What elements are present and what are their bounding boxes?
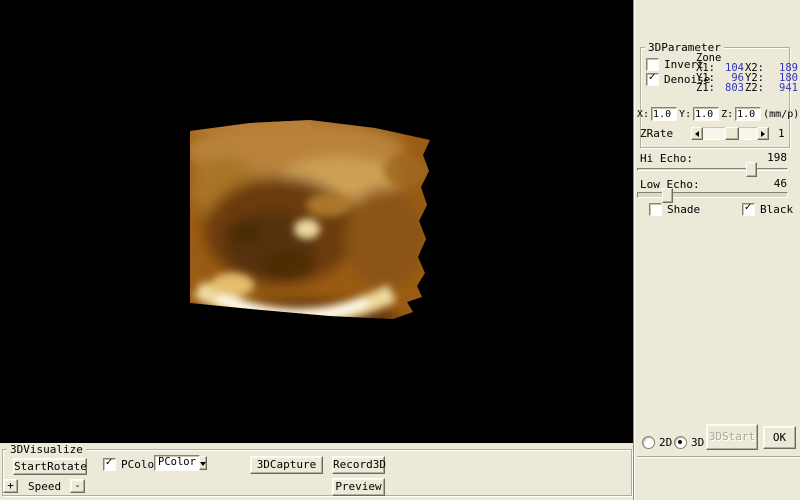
zrate-right-arrow-button[interactable] [757,127,769,140]
black-label: Black [760,203,794,216]
zone-grid: X1: 104 X2: 189 Y1: 96 Y2: 180 Z1: 803 Z… [696,63,799,94]
shade-checkbox-box: ✓ [649,203,662,216]
zrate-scrollbar-track[interactable] [703,127,757,140]
right-arrow-icon [761,130,768,137]
chevron-down-icon [199,461,206,469]
start-rotate-button[interactable]: StartRotate [13,458,87,475]
panel-divider [637,456,800,458]
pcolor-dropdown[interactable]: PColor [154,455,207,471]
check-icon: ✓ [744,202,753,213]
mode-2d-label: 2D [659,436,673,449]
start-3d-button[interactable]: 3DStart [706,424,758,450]
speed-label: Speed [28,480,62,493]
x-label: X: [637,108,650,120]
shade-label: Shade [667,203,701,216]
low-echo-slider[interactable] [637,188,788,203]
render-viewport[interactable] [0,0,633,443]
zone-label: Z1: [696,82,715,94]
pcolor-checkbox-box: ✓ [103,457,116,471]
mode-2d-radio[interactable]: 2D [642,436,672,449]
zone-value: 941 [779,82,798,94]
radio-circle [642,436,655,449]
scale-row: X: Y: Z: (mm/p) [637,107,799,121]
ok-button[interactable]: OK [763,426,796,449]
zrate-scrollbar[interactable] [691,127,769,140]
app-window: 3DParameter ✓ Invert ✓ Denoise Zone X1: … [0,0,800,500]
mode-3d-label: 3D [691,436,705,449]
mode-3d-radio[interactable]: 3D [674,436,704,449]
pcolor-dropdown-value: PColor [158,456,196,468]
zrate-scrollbar-thumb[interactable] [725,127,739,140]
zrate-label: ZRate [640,127,674,140]
z-label: Z: [721,108,734,120]
black-checkbox[interactable]: ✓ Black [742,202,794,216]
hi-echo-thumb[interactable] [745,162,757,177]
y-label: Y: [679,108,692,120]
hi-echo-track [637,168,788,171]
parameter-panel: 3DParameter ✓ Invert ✓ Denoise Zone X1: … [633,0,800,500]
hi-echo-slider[interactable] [637,162,788,177]
preview-button[interactable]: Preview [332,478,385,496]
low-echo-thumb[interactable] [662,188,674,203]
radio-dot [678,440,682,444]
shade-checkbox[interactable]: ✓ Shade [649,203,700,216]
invert-checkbox-box: ✓ [646,58,659,71]
denoise-checkbox-box: ✓ [646,72,659,86]
zone-value: 803 [725,82,744,94]
visualize-panel: 3DVisualize StartRotate + Speed - ✓ PCol… [0,443,633,500]
dropdown-arrow-button[interactable] [198,456,207,470]
x-scale-input[interactable] [651,107,678,121]
speed-minus-button[interactable]: - [70,479,85,493]
zrate-left-arrow-button[interactable] [691,127,703,140]
left-arrow-icon [692,130,699,137]
check-icon: ✓ [105,457,114,468]
pcolor-checkbox[interactable]: ✓ PColor [103,457,161,471]
low-echo-track [637,192,788,198]
radio-circle [674,436,687,449]
zrate-value: 1 [778,127,785,140]
zone-readout: Zone X1: 104 X2: 189 Y1: 96 Y2: 180 Z1: … [696,53,799,94]
visualize-group-title: 3DVisualize [7,443,86,456]
ultrasound-volume-image [190,120,430,319]
y-scale-input[interactable] [693,107,720,121]
capture-3d-button[interactable]: 3DCapture [250,456,323,474]
record-3d-button[interactable]: Record3D [332,456,386,474]
zone-label: Z2: [745,82,764,94]
check-icon: ✓ [648,72,657,83]
unit-label: (mm/p) [763,108,800,120]
black-checkbox-box: ✓ [742,202,755,216]
z-scale-input[interactable] [735,107,762,121]
speed-plus-button[interactable]: + [3,479,18,493]
